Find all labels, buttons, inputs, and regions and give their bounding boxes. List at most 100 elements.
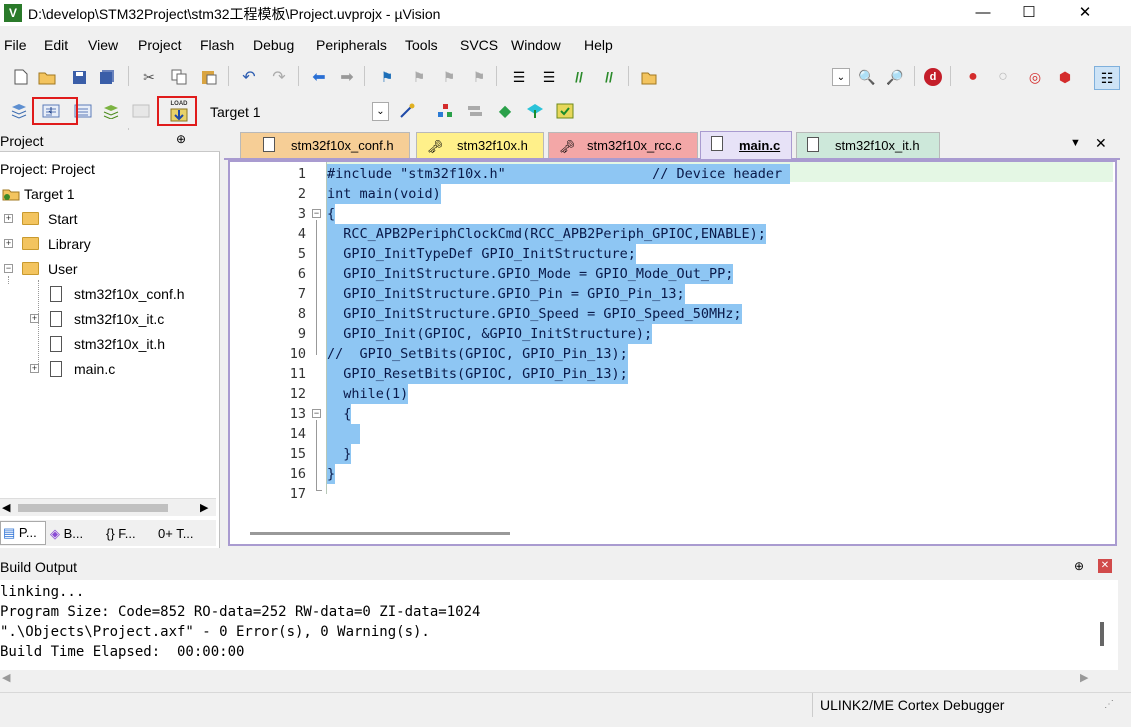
insert-breakpoint-icon[interactable]: ● [964, 68, 982, 86]
batch-build-icon[interactable] [102, 102, 120, 120]
tree-group-user[interactable]: − User [0, 258, 200, 280]
fold-icon[interactable]: − [312, 409, 321, 418]
find-in-files-icon[interactable] [640, 68, 658, 86]
kill-breakpoints-icon[interactable]: ⬢ [1056, 68, 1074, 86]
tab-books[interactable]: ◈ B... [50, 523, 83, 545]
search-dropdown-button[interactable]: ⌄ [832, 68, 850, 86]
menu-tools[interactable]: Tools [405, 37, 438, 53]
tree-target[interactable]: Target 1 [0, 183, 200, 205]
unindent-icon[interactable]: ☰ [540, 68, 558, 86]
expand-icon[interactable]: + [30, 314, 39, 323]
rte-pack-icon[interactable] [556, 102, 574, 120]
find-icon[interactable]: 🔍 [858, 68, 876, 86]
line-number: 2 [297, 186, 306, 202]
cut-icon[interactable]: ✂ [140, 68, 158, 86]
select-packs-icon[interactable] [466, 102, 484, 120]
menu-project[interactable]: Project [138, 37, 182, 53]
tree-file-it-h[interactable]: stm32f10x_it.h [0, 333, 210, 355]
minimize-button[interactable]: — [958, 0, 1008, 26]
manage-run-time-environment-icon[interactable]: ◆ [496, 102, 514, 120]
debug-session-icon[interactable]: d [924, 68, 942, 86]
configure-icon[interactable]: ☷ [1094, 66, 1120, 90]
resize-grip-icon[interactable]: ⋰ [1104, 699, 1114, 710]
editor-horizontal-scrollbar[interactable] [250, 532, 510, 535]
prev-bookmark-icon[interactable]: ⚑ [410, 68, 428, 86]
disable-breakpoints-icon[interactable]: ◎ [1026, 68, 1044, 86]
menu-view[interactable]: View [88, 37, 118, 53]
expand-icon[interactable]: + [4, 239, 13, 248]
build-output-scrollbar-thumb[interactable] [1100, 622, 1104, 646]
next-bookmark-icon[interactable]: ⚑ [440, 68, 458, 86]
indent-icon[interactable]: ☰ [510, 68, 528, 86]
navigate-forward-icon[interactable]: ➡ [338, 68, 356, 86]
clear-bookmarks-icon[interactable]: ⚑ [470, 68, 488, 86]
tree-group-library[interactable]: + Library [0, 233, 200, 255]
scroll-left-icon[interactable]: ◀ [2, 671, 10, 684]
tree-file-main-c[interactable]: + main.c [0, 358, 210, 380]
bookmark-icon[interactable]: ⚑ [378, 68, 396, 86]
open-folder-icon[interactable] [38, 68, 56, 86]
target-select[interactable]: Target 1 ⌄ [206, 101, 390, 123]
incremental-find-icon[interactable]: 🔎 [886, 68, 904, 86]
project-horizontal-scrollbar[interactable]: ◀ ▶ [0, 498, 216, 516]
undo-icon[interactable]: ↶ [240, 68, 258, 86]
tab-stm32f10x-it-h[interactable]: stm32f10x_it.h [796, 132, 940, 158]
stop-build-icon[interactable] [132, 102, 150, 120]
save-all-icon[interactable] [98, 68, 116, 86]
line-number: 5 [297, 246, 306, 262]
copy-icon[interactable] [170, 68, 188, 86]
code-editor[interactable]: − − 1 #include "stm32f10x.h" // Device he… [228, 160, 1117, 546]
build-output-horizontal-scrollbar[interactable]: ◀ ▶ [0, 670, 1100, 688]
menu-peripherals[interactable]: Peripherals [316, 37, 387, 53]
enable-breakpoint-icon[interactable]: ○ [994, 68, 1012, 86]
scrollbar-thumb[interactable] [18, 504, 168, 512]
tab-list-dropdown-icon[interactable]: ▼ [1070, 137, 1081, 149]
menu-svcs[interactable]: SVCS [460, 37, 498, 53]
tab-stm32f10x-h[interactable]: 🗝 stm32f10x.h [416, 132, 544, 158]
pack-installer-icon[interactable] [526, 102, 544, 120]
menu-file[interactable]: File [4, 37, 27, 53]
pin-icon[interactable]: ⊕ [176, 132, 186, 146]
menu-help[interactable]: Help [584, 37, 613, 53]
menu-edit[interactable]: Edit [44, 37, 68, 53]
project-root[interactable]: Project: Project [0, 158, 95, 180]
collapse-icon[interactable]: − [4, 264, 13, 273]
close-build-output-icon[interactable]: ✕ [1098, 559, 1112, 573]
tab-main-c[interactable]: main.c [700, 131, 792, 159]
scroll-right-icon[interactable]: ▶ [200, 501, 208, 514]
redo-icon[interactable]: ↷ [270, 68, 288, 86]
translate-icon[interactable] [10, 102, 28, 120]
tab-stm32f10x-rcc-c[interactable]: 🗝 stm32f10x_rcc.c [548, 132, 698, 158]
paste-icon[interactable] [200, 68, 218, 86]
tab-stm32f10x-conf-h[interactable]: stm32f10x_conf.h [240, 132, 410, 158]
tab-project-window[interactable]: ▤ P... [0, 521, 46, 545]
build-output-panel[interactable]: linking... Program Size: Code=852 RO-dat… [0, 580, 1118, 670]
pin-icon[interactable]: ⊕ [1074, 559, 1084, 573]
scroll-right-icon[interactable]: ▶ [1080, 671, 1088, 684]
close-button[interactable]: ✕ [1060, 0, 1110, 26]
tab-functions[interactable]: {} F... [106, 523, 136, 545]
expand-icon[interactable]: + [30, 364, 39, 373]
options-for-target-icon[interactable] [398, 102, 416, 120]
tree-group-start[interactable]: + Start [0, 208, 200, 230]
uncomment-icon[interactable]: // [600, 68, 618, 86]
scroll-left-icon[interactable]: ◀ [2, 501, 10, 514]
tab-label: stm32f10x.h [457, 138, 528, 153]
comment-icon[interactable]: // [570, 68, 588, 86]
expand-icon[interactable]: + [4, 214, 13, 223]
chevron-down-icon[interactable]: ⌄ [372, 102, 389, 121]
save-icon[interactable] [70, 68, 88, 86]
tab-templates[interactable]: 0+ T... [158, 523, 194, 545]
manage-project-items-icon[interactable] [436, 102, 454, 120]
tree-file-it-c[interactable]: + stm32f10x_it.c [0, 308, 210, 330]
tree-file-conf-h[interactable]: stm32f10x_conf.h [0, 283, 210, 305]
menu-flash[interactable]: Flash [200, 37, 234, 53]
fold-icon[interactable]: − [312, 209, 321, 218]
maximize-button[interactable]: ☐ [1004, 0, 1054, 26]
close-tab-icon[interactable]: ✕ [1095, 135, 1107, 152]
new-file-icon[interactable] [12, 68, 30, 86]
navigate-back-icon[interactable]: ⬅ [310, 68, 328, 86]
menu-window[interactable]: Window [511, 37, 561, 53]
tree-file-label: stm32f10x_conf.h [74, 286, 185, 302]
menu-debug[interactable]: Debug [253, 37, 294, 53]
